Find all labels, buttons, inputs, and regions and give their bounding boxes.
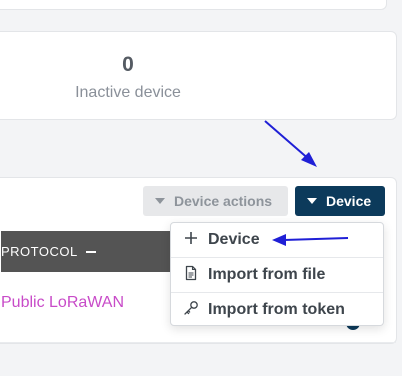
- top-card: [0, 0, 387, 10]
- device-actions-label: Device actions: [174, 193, 273, 209]
- file-icon: [183, 265, 199, 281]
- caret-down-icon: [155, 198, 165, 205]
- menu-item-device[interactable]: Device: [171, 223, 383, 257]
- protocol-header-label: PROTOCOL: [1, 244, 78, 259]
- add-device-dropdown: Device Import from file Import from toke…: [170, 222, 384, 326]
- menu-item-import-token[interactable]: Import from token: [171, 292, 383, 326]
- sort-icon: [85, 250, 96, 253]
- menu-item-import-file-label: Import from file: [208, 266, 326, 283]
- key-icon: [183, 300, 199, 316]
- annotation-arrow-to-device-button: [264, 120, 317, 167]
- menu-item-device-label: Device: [208, 231, 260, 248]
- inactive-device-label: Inactive device: [75, 84, 181, 101]
- row-divider: [0, 342, 396, 343]
- device-actions-button[interactable]: Device actions: [143, 186, 288, 216]
- plus-icon: [183, 230, 199, 246]
- protocol-cell: Public LoRaWAN: [1, 294, 125, 311]
- menu-item-import-file[interactable]: Import from file: [171, 257, 383, 291]
- caret-down-icon: [307, 198, 317, 205]
- add-device-label: Device: [326, 193, 372, 209]
- protocol-column-header[interactable]: PROTOCOL: [1, 231, 184, 272]
- inactive-device-count: 0: [122, 53, 134, 76]
- add-device-button[interactable]: Device: [295, 186, 385, 216]
- menu-item-import-token-label: Import from token: [208, 301, 345, 318]
- inactive-devices-card: 0 Inactive device: [0, 31, 397, 120]
